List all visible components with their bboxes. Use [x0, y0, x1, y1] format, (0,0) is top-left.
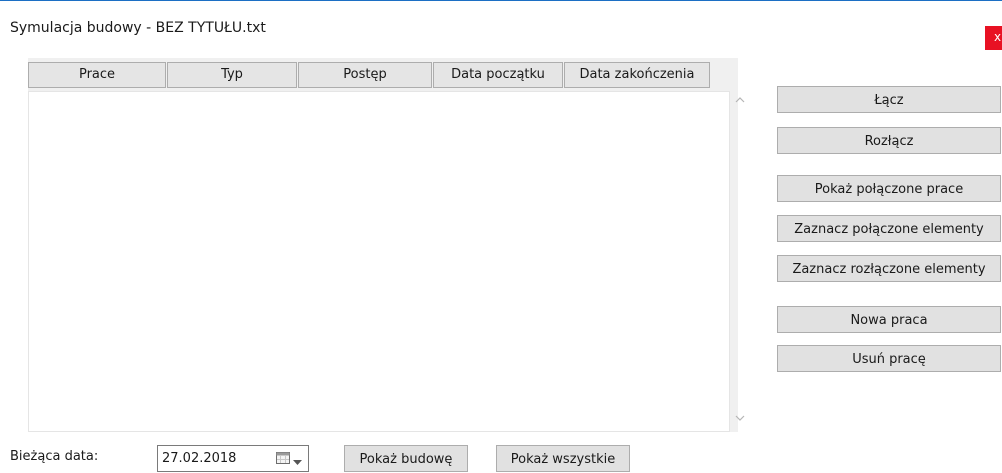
column-header-postep[interactable]: Postęp — [298, 62, 432, 88]
window-top-border — [0, 0, 1002, 1]
connect-button[interactable]: Łącz — [777, 86, 1001, 113]
show-all-button[interactable]: Pokaż wszystkie — [496, 445, 630, 472]
chevron-down-icon[interactable] — [293, 455, 302, 465]
show-connected-works-button[interactable]: Pokaż połączone prace — [777, 175, 1001, 202]
table-body[interactable] — [28, 91, 730, 432]
new-work-button[interactable]: Nowa praca — [777, 306, 1001, 333]
close-button[interactable]: x — [985, 26, 1002, 50]
column-header-data-zakonczenia[interactable]: Data zakończenia — [564, 62, 710, 88]
calendar-icon[interactable] — [276, 452, 290, 464]
current-date-value[interactable]: 27.02.2018 — [162, 451, 236, 466]
scroll-up-icon[interactable] — [735, 93, 745, 106]
current-date-picker[interactable]: 27.02.2018 — [157, 445, 309, 472]
select-disconnected-elements-button[interactable]: Zaznacz rozłączone elementy — [777, 255, 1001, 282]
scroll-down-icon[interactable] — [735, 412, 745, 425]
column-header-typ[interactable]: Typ — [167, 62, 297, 88]
select-connected-elements-button[interactable]: Zaznacz połączone elementy — [777, 215, 1001, 242]
column-header-prace[interactable]: Prace — [28, 62, 166, 88]
column-header-data-poczatku[interactable]: Data początku — [433, 62, 563, 88]
current-date-label: Bieżąca data: — [10, 449, 99, 464]
show-construction-button[interactable]: Pokaż budowę — [344, 445, 468, 472]
window-title: Symulacja budowy - BEZ TYTUŁU.txt — [10, 20, 266, 36]
delete-work-button[interactable]: Usuń pracę — [777, 345, 1001, 372]
disconnect-button[interactable]: Rozłącz — [777, 127, 1001, 154]
table-header: Prace Typ Postęp Data początku Data zako… — [28, 62, 711, 88]
